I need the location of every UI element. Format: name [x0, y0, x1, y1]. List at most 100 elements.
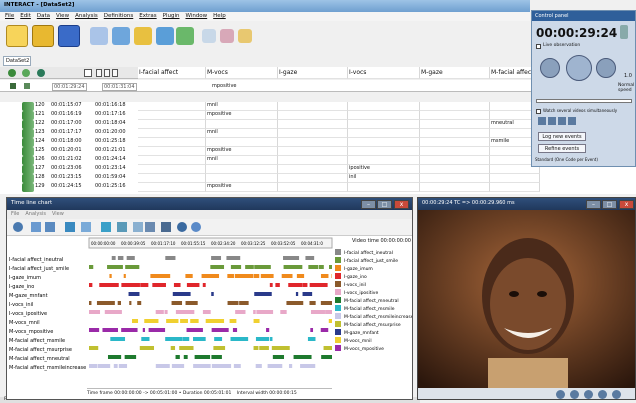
position-slider[interactable] — [536, 99, 632, 103]
event-bar[interactable] — [155, 364, 170, 368]
row-end-time[interactable]: 00:01:20:00 — [94, 129, 138, 138]
event-bar[interactable] — [111, 256, 116, 260]
event-bar[interactable] — [165, 256, 176, 260]
film-icon[interactable] — [161, 222, 171, 232]
menu-edit[interactable]: Edit — [20, 13, 31, 20]
live-observation-checkbox[interactable] — [536, 44, 541, 49]
video-sync-icon[interactable] — [570, 390, 579, 399]
timeline-menu-analysis[interactable]: Analysis — [25, 211, 46, 218]
rewind-icon[interactable] — [540, 58, 560, 78]
event-bar[interactable] — [107, 355, 122, 359]
row-cell-col-1[interactable] — [138, 138, 206, 147]
event-bar[interactable] — [124, 355, 137, 359]
event-bar[interactable] — [319, 265, 324, 269]
event-bar[interactable] — [89, 301, 92, 305]
row-start-time[interactable]: 00:01:23:06 — [50, 165, 94, 174]
help-icon[interactable] — [191, 222, 201, 232]
event-bar[interactable] — [121, 283, 140, 287]
event-bar[interactable] — [272, 355, 285, 359]
event-bar[interactable] — [255, 364, 262, 368]
event-bar[interactable] — [137, 301, 142, 305]
menu-definitions[interactable]: Definitions — [104, 13, 134, 20]
row-cell-col-5[interactable] — [420, 102, 490, 111]
filter-icon[interactable] — [10, 83, 16, 89]
mini-toolbar-btn-3[interactable] — [558, 117, 566, 125]
event-bar[interactable] — [325, 310, 332, 314]
row-start-time[interactable]: 00:01:24:15 — [50, 183, 94, 192]
row-end-time[interactable]: 00:01:18:04 — [94, 120, 138, 129]
event-bar[interactable] — [109, 274, 112, 278]
row-cell-col-3[interactable] — [278, 138, 348, 147]
row-cell-col-4[interactable]: inil — [348, 174, 420, 183]
row-cell-col-5[interactable] — [420, 111, 490, 120]
event-bar[interactable] — [269, 283, 273, 287]
row-start-time[interactable]: 00:01:15:07 — [50, 102, 94, 111]
event-bar[interactable] — [229, 319, 237, 323]
video-volume-icon[interactable] — [584, 390, 593, 399]
event-bar[interactable] — [190, 319, 199, 323]
event-bar[interactable] — [227, 301, 239, 305]
event-bar[interactable] — [113, 364, 118, 368]
row-cell-col-2[interactable]: mnil — [206, 129, 278, 138]
event-bar[interactable] — [97, 364, 111, 368]
event-bar[interactable] — [254, 265, 271, 269]
row-cell-col-1[interactable] — [138, 156, 206, 165]
dataset-tab[interactable]: DataSet2 — [3, 56, 31, 66]
log-new-events-button[interactable]: Log new events — [538, 132, 586, 141]
row-cell-col-3[interactable] — [278, 120, 348, 129]
event-bar[interactable] — [234, 274, 253, 278]
row-cell-col-2[interactable]: mpositive — [206, 147, 278, 156]
row-end-time[interactable]: 00:01:59:04 — [94, 174, 138, 183]
tool-icon-11[interactable] — [238, 29, 252, 43]
video-close-button[interactable]: x — [619, 200, 634, 209]
save-icon[interactable] — [58, 25, 80, 47]
event-bar[interactable] — [230, 337, 249, 341]
event-bar[interactable] — [180, 319, 188, 323]
row-cell-col-5[interactable] — [420, 129, 490, 138]
event-bar[interactable] — [283, 256, 300, 260]
event-bar[interactable] — [309, 283, 328, 287]
nav-prev-icon[interactable] — [104, 69, 110, 77]
event-bar[interactable] — [128, 292, 140, 296]
event-bar[interactable] — [148, 328, 166, 332]
event-bar[interactable] — [202, 310, 211, 314]
row-end-time[interactable]: 00:01:24:14 — [94, 156, 138, 165]
event-bar[interactable] — [110, 337, 126, 341]
row-cell-col-5[interactable] — [420, 165, 490, 174]
event-bar[interactable] — [125, 265, 140, 269]
menu-analysis[interactable]: Analysis — [75, 13, 98, 20]
export-icon[interactable] — [45, 222, 55, 232]
tool-icon-8[interactable] — [176, 27, 194, 45]
tool-icon-7[interactable] — [156, 27, 174, 45]
video-settings-icon[interactable] — [612, 390, 621, 399]
event-bar[interactable] — [245, 265, 254, 269]
event-bar[interactable] — [226, 256, 241, 260]
event-bar[interactable] — [271, 346, 290, 350]
event-bar[interactable] — [310, 328, 314, 332]
event-bar[interactable] — [123, 274, 126, 278]
row-cell-col-4[interactable] — [348, 129, 420, 138]
event-bar[interactable] — [233, 364, 241, 368]
event-bar[interactable] — [253, 274, 260, 278]
event-bar[interactable] — [89, 364, 98, 368]
row-cell-col-4[interactable] — [348, 138, 420, 147]
event-bar[interactable] — [129, 301, 132, 305]
event-bar[interactable] — [267, 364, 283, 368]
nav-first-icon[interactable] — [96, 69, 102, 77]
event-bar[interactable] — [308, 265, 319, 269]
header-col-1[interactable]: I-facial affect — [138, 67, 206, 79]
row-cell-col-5[interactable] — [420, 174, 490, 183]
nav-next-icon[interactable] — [112, 69, 118, 77]
event-bar[interactable] — [185, 301, 198, 305]
timeline-menu-file[interactable]: File — [11, 211, 19, 218]
sort-icon[interactable] — [81, 222, 91, 232]
chart-icon[interactable] — [101, 222, 111, 232]
row-end-time[interactable]: 00:01:23:14 — [94, 165, 138, 174]
event-bar[interactable] — [173, 283, 181, 287]
event-bar[interactable] — [323, 346, 332, 350]
event-bar[interactable] — [211, 364, 232, 368]
event-bar[interactable] — [117, 301, 121, 305]
row-cell-col-2[interactable] — [206, 138, 278, 147]
event-bar[interactable] — [182, 337, 190, 341]
add-event-icon[interactable] — [8, 69, 16, 77]
